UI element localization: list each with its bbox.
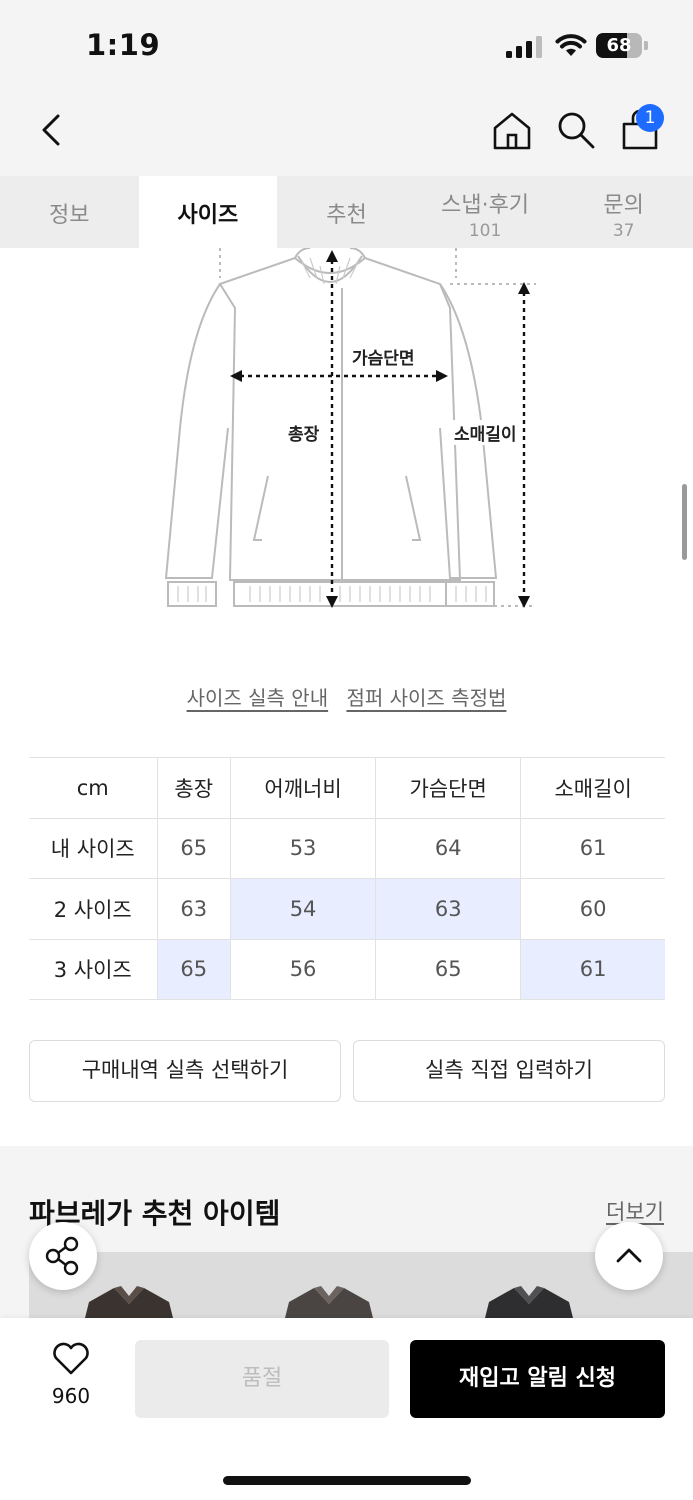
table-cell-highlighted: 63 [375, 878, 522, 940]
table-row: 내 사이즈 65 53 64 61 [29, 817, 665, 879]
tab-inquiry[interactable]: 문의 37 [554, 176, 693, 248]
home-icon[interactable] [490, 108, 534, 152]
status-time: 1:19 [86, 28, 161, 62]
table-cell: 61 [520, 817, 665, 879]
table-cell-highlighted: 65 [156, 938, 231, 1000]
table-cell: 65 [156, 817, 231, 879]
table-cell: 60 [520, 878, 665, 940]
table-cell: 56 [229, 938, 377, 1000]
diagram-label-length: 총장 [286, 420, 322, 445]
tab-recommend[interactable]: 추천 [277, 176, 416, 248]
app-header [0, 90, 693, 176]
heart-icon [53, 1342, 89, 1375]
row-label: 2 사이즈 [29, 878, 158, 940]
purchase-history-measure-button[interactable]: 구매내역 실측 선택하기 [29, 1040, 341, 1102]
table-header-cell: cm [29, 757, 158, 819]
diagram-label-chest: 가슴단면 [350, 344, 417, 369]
jumper-measure-link[interactable]: 점퍼 사이즈 측정법 [346, 686, 506, 710]
tab-snap-review[interactable]: 스냅·후기 101 [416, 176, 555, 248]
recommend-section: 파브레가 추천 아이템 더보기 [0, 1146, 693, 1346]
share-icon [45, 1236, 79, 1276]
table-cell: 63 [156, 878, 231, 940]
wifi-icon [555, 34, 587, 56]
battery-percent: 68 [606, 35, 632, 56]
direct-input-measure-button[interactable]: 실측 직접 입력하기 [353, 1040, 665, 1102]
back-arrow-icon[interactable] [34, 110, 68, 150]
like-count: 960 [51, 1384, 91, 1408]
size-guide-links: 사이즈 실측 안내 점퍼 사이즈 측정법 [0, 682, 693, 711]
table-cell: 64 [375, 817, 522, 879]
search-icon[interactable] [555, 108, 597, 152]
table-header-cell: 총장 [156, 757, 231, 819]
row-label: 3 사이즈 [29, 938, 158, 1000]
measurement-buttons: 구매내역 실측 선택하기 실측 직접 입력하기 [29, 1040, 665, 1102]
like-button[interactable]: 960 [40, 1342, 102, 1408]
soldout-button: 품절 [135, 1340, 389, 1418]
table-header-cell: 어깨너비 [229, 757, 377, 819]
product-tabs: 정보 사이즈 추천 스냅·후기 101 문의 37 [0, 176, 693, 248]
chevron-up-icon [616, 1248, 642, 1263]
table-row: 3 사이즈 65 56 65 61 [29, 938, 665, 1000]
table-row: 2 사이즈 63 54 63 60 [29, 878, 665, 940]
tab-label: 정보 [49, 203, 90, 228]
table-header-cell: 소매길이 [520, 757, 665, 819]
diagram-label-sleeve: 소매길이 [452, 420, 519, 445]
tab-label: 사이즈 [177, 203, 239, 228]
bottom-action-bar: 960 품절 재입고 알림 신청 [0, 1318, 693, 1500]
table-cell: 53 [229, 817, 377, 879]
table-header-row: cm 총장 어깨너비 가슴단면 소매길이 [29, 757, 665, 819]
size-guide-link[interactable]: 사이즈 실측 안내 [187, 686, 329, 710]
status-bar: 1:19 68 [0, 0, 693, 90]
tab-label: 추천 [326, 203, 367, 228]
size-table: cm 총장 어깨너비 가슴단면 소매길이 내 사이즈 65 53 64 61 2… [29, 757, 665, 1000]
tab-count: 37 [612, 221, 635, 241]
tab-label: 스냅·후기 [441, 193, 530, 218]
battery-icon: 68 [596, 33, 650, 58]
scrollbar[interactable] [682, 484, 687, 560]
size-diagram: 가슴단면 총장 소매길이 [150, 247, 550, 618]
row-label: 내 사이즈 [29, 817, 158, 879]
share-button[interactable] [29, 1222, 97, 1290]
table-cell-highlighted: 61 [520, 938, 665, 1000]
tab-size[interactable]: 사이즈 [138, 176, 278, 248]
tab-count: 101 [468, 221, 502, 241]
tab-info[interactable]: 정보 [0, 176, 139, 248]
table-cell: 65 [375, 938, 522, 1000]
scroll-top-button[interactable] [595, 1222, 663, 1290]
table-header-cell: 가슴단면 [375, 757, 522, 819]
cart-count-badge: 1 [636, 104, 664, 132]
table-cell-highlighted: 54 [229, 878, 377, 940]
restock-alert-button[interactable]: 재입고 알림 신청 [410, 1340, 665, 1418]
cellular-signal-icon [506, 36, 542, 58]
tab-label: 문의 [603, 193, 644, 218]
home-indicator [223, 1476, 471, 1485]
